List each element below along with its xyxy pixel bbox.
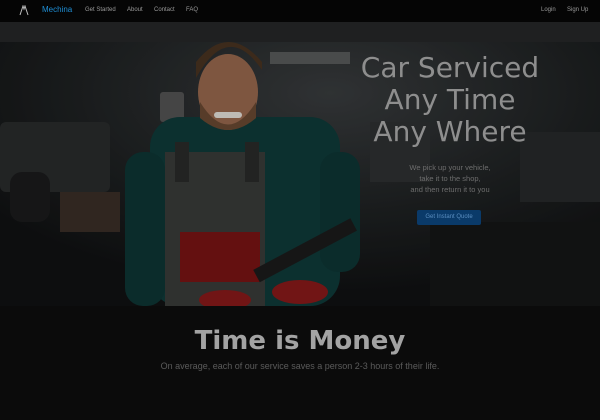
- nav-link-login[interactable]: Login: [541, 7, 556, 13]
- hero-subtext-line-1: We pick up your vehicle,: [409, 163, 491, 172]
- brand-logo-icon[interactable]: [19, 5, 29, 16]
- hero-headline-line-2: Any Time: [384, 83, 516, 116]
- hero-subtext-line-3: and then return it to you: [410, 185, 490, 194]
- hero-headline-line-1: Car Serviced: [360, 51, 540, 84]
- get-instant-quote-button[interactable]: Get Instant Quote: [417, 210, 481, 225]
- time-is-money-section: Time is Money On average, each of our se…: [0, 306, 600, 420]
- nav-link-signup[interactable]: Sign Up: [567, 7, 588, 13]
- brand-name-link[interactable]: Mechina: [42, 5, 72, 14]
- top-navbar: Mechina Get Started About Contact FAQ Lo…: [0, 0, 600, 22]
- nav-link-get-started[interactable]: Get Started: [85, 7, 116, 13]
- hero-headline-line-3: Any Where: [373, 115, 527, 148]
- hero-subtext-line-2: take it to the shop,: [419, 174, 481, 183]
- hero-headline: Car Serviced Any Time Any Where: [330, 52, 570, 148]
- nav-link-about[interactable]: About: [127, 7, 143, 13]
- nav-link-faq[interactable]: FAQ: [186, 7, 198, 13]
- nav-link-contact[interactable]: Contact: [154, 7, 175, 13]
- section-subtitle: On average, each of our service saves a …: [160, 361, 440, 371]
- hero-subtext: We pick up your vehicle, take it to the …: [370, 162, 530, 195]
- hero-banner: Car Serviced Any Time Any Where We pick …: [0, 22, 600, 306]
- section-title: Time is Money: [194, 326, 406, 356]
